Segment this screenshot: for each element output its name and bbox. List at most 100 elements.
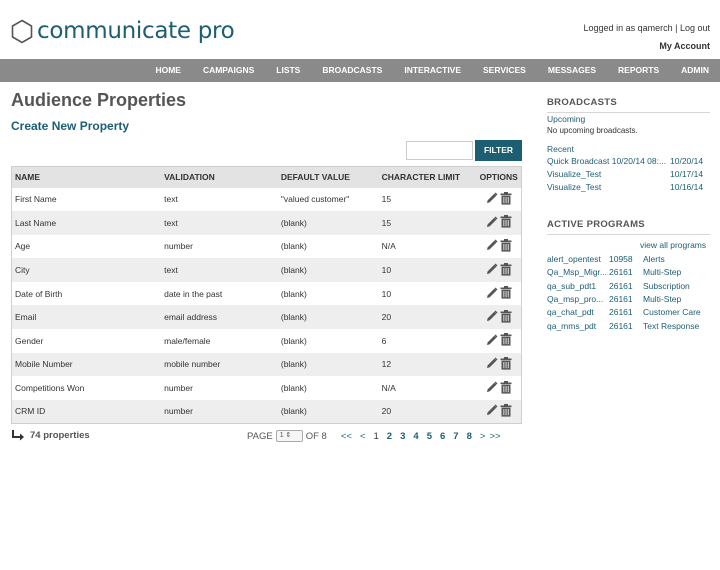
pencil-icon[interactable]: [486, 334, 498, 348]
pencil-icon[interactable]: [486, 192, 498, 206]
logged-in-text: Logged in as qamerch: [583, 23, 673, 33]
col-default-value[interactable]: DEFAULT VALUE: [277, 166, 379, 188]
trash-icon[interactable]: [500, 403, 512, 419]
trash-icon[interactable]: [500, 333, 512, 348]
program-name: alert_opentest: [547, 254, 601, 264]
trash-icon[interactable]: [500, 215, 512, 230]
cell-name: Last Name: [11, 211, 162, 235]
cell-options: [476, 188, 521, 212]
filter-input[interactable]: [406, 141, 473, 160]
page-link-2[interactable]: 2: [387, 431, 392, 442]
program-type: Multi-Step: [643, 267, 682, 278]
page-link-4[interactable]: 4: [413, 431, 418, 442]
trash-icon[interactable]: [500, 380, 512, 396]
pencil-icon[interactable]: [486, 263, 498, 277]
cell-character-limit: N/A: [381, 383, 396, 394]
broadcast-name: Quick Broadcast 10/20/14 08:...: [547, 156, 667, 166]
cell-character-limit: 6: [381, 335, 387, 346]
col-character-limit[interactable]: CHARACTER LIMIT: [378, 166, 477, 188]
cell-options: [476, 352, 522, 377]
brand-logo[interactable]: communicate pro: [11, 18, 235, 44]
table-row: Email email address (blank) 20: [11, 305, 522, 330]
nav-campaigns[interactable]: CAMPAIGNS: [192, 59, 265, 82]
cell-options: [476, 258, 522, 282]
nav-admin[interactable]: ADMIN: [670, 59, 720, 82]
recent-link[interactable]: Recent: [547, 144, 574, 154]
table-row: Gender male/female (blank) 6: [12, 329, 522, 353]
trash-icon[interactable]: [500, 309, 512, 325]
cell-character-limit: 10: [378, 258, 477, 282]
cell-validation: number: [164, 241, 193, 252]
nav-home[interactable]: HOME: [144, 59, 192, 82]
trash-icon[interactable]: [500, 262, 512, 278]
nav-broadcasts[interactable]: BROADCASTS: [311, 59, 393, 82]
cell-default-value: (blank): [280, 335, 307, 346]
trash-icon[interactable]: [500, 286, 512, 301]
brand-name: communicate pro: [37, 18, 235, 44]
cell-name: City: [11, 258, 162, 282]
create-property-link[interactable]: Create New Property: [11, 119, 129, 133]
pencil-icon[interactable]: [486, 239, 498, 253]
cell-name: Email: [11, 305, 162, 330]
program-type: Multi-Step: [643, 293, 682, 304]
program-code: 26161: [609, 307, 633, 318]
pencil-icon[interactable]: [486, 381, 498, 395]
next-page-link[interactable]: >: [480, 431, 486, 442]
trash-icon[interactable]: [500, 238, 512, 254]
upcoming-link[interactable]: Upcoming: [547, 114, 585, 124]
pencil-icon[interactable]: [486, 357, 498, 371]
col-validation[interactable]: VALIDATION: [161, 166, 278, 188]
cell-name: Competitions Won: [15, 383, 85, 394]
nav-messages[interactable]: MESSAGES: [537, 59, 607, 82]
recent-broadcast-item[interactable]: Visualize_Test 10/16/14: [547, 182, 710, 192]
upcoming-empty-text: No upcoming broadcasts.: [547, 126, 638, 135]
table-row: First Name text "valued customer" 15: [12, 188, 522, 212]
cell-character-limit: 20: [378, 305, 477, 330]
logout-link[interactable]: Log out: [680, 23, 710, 33]
program-code: 10958: [609, 254, 633, 264]
recent-broadcast-item[interactable]: Visualize_Test 10/17/14: [547, 169, 710, 179]
page-link-5[interactable]: 5: [427, 431, 432, 442]
nav-lists[interactable]: LISTS: [265, 59, 311, 82]
cell-default-value: "valued customer": [280, 194, 350, 205]
cell-name: Gender: [15, 335, 44, 346]
col-name[interactable]: NAME: [11, 166, 162, 188]
cell-validation: text: [161, 258, 278, 282]
pencil-icon[interactable]: [486, 404, 498, 418]
table-row: Date of Birth date in the past (blank) 10: [12, 282, 522, 306]
pencil-icon[interactable]: [486, 310, 498, 324]
page-link-8[interactable]: 8: [467, 431, 472, 442]
program-name: Qa_msp_pro...: [547, 293, 604, 304]
pencil-icon[interactable]: [486, 287, 498, 301]
trash-icon[interactable]: [500, 191, 512, 207]
separator: |: [675, 23, 678, 33]
filter-button[interactable]: FILTER: [475, 140, 522, 161]
nav-reports[interactable]: REPORTS: [607, 59, 670, 82]
page-select[interactable]: 1 ⇕: [275, 430, 303, 442]
view-all-programs-link[interactable]: view all programs: [640, 240, 706, 250]
program-name: qa_sub_pdt1: [547, 280, 597, 291]
trash-icon[interactable]: [500, 356, 512, 372]
prev-page-link[interactable]: <: [360, 431, 366, 442]
hexagon-logo-icon: [11, 19, 33, 43]
recent-broadcast-item[interactable]: Quick Broadcast 10/20/14 08:... 10/20/14: [547, 156, 710, 166]
active-programs-heading: ACTIVE PROGRAMS: [547, 219, 710, 235]
page-link-7[interactable]: 7: [453, 431, 458, 442]
property-count-text: 74 properties: [30, 430, 90, 441]
broadcast-date: 10/17/14: [670, 169, 704, 179]
cell-validation: number: [161, 399, 278, 424]
cell-name: CRM ID: [11, 399, 162, 424]
cell-default-value: (blank): [280, 288, 307, 299]
last-page-link[interactable]: >>: [489, 431, 500, 442]
page-link-6[interactable]: 6: [440, 431, 445, 442]
my-account-link[interactable]: My Account: [659, 41, 710, 51]
col-options: OPTIONS: [476, 166, 522, 188]
nav-services[interactable]: SERVICES: [472, 59, 537, 82]
cell-default-value: (blank): [280, 383, 307, 394]
pencil-icon[interactable]: [486, 216, 498, 230]
nav-interactive[interactable]: INTERACTIVE: [393, 59, 472, 82]
program-code: 26161: [609, 320, 633, 331]
first-page-link[interactable]: <<: [341, 431, 352, 442]
properties-table: NAME VALIDATION DEFAULT VALUE CHARACTER …: [11, 166, 522, 424]
page-link-3[interactable]: 3: [400, 431, 405, 442]
